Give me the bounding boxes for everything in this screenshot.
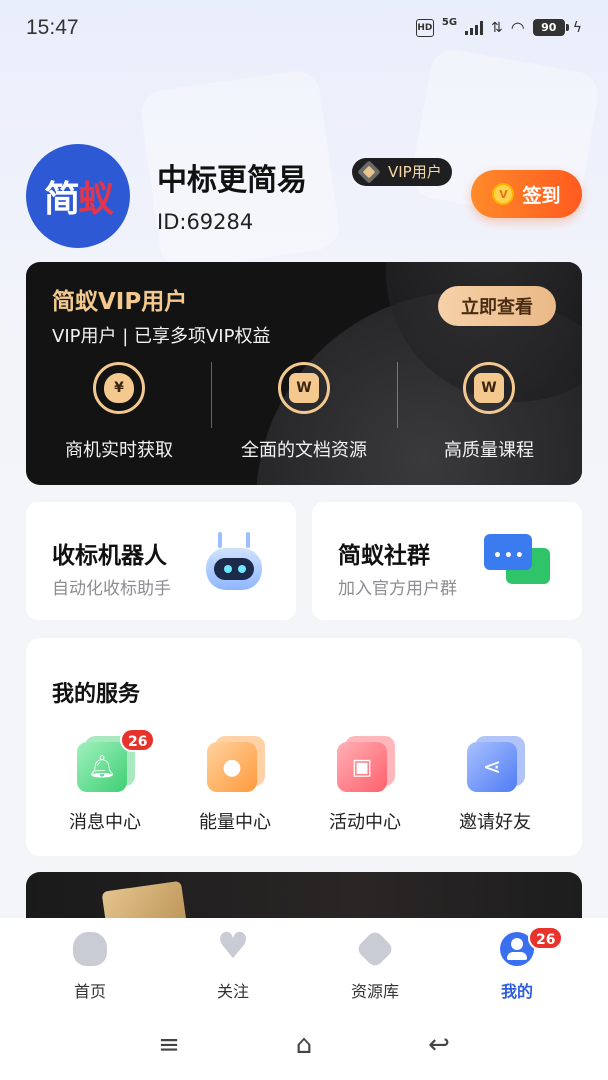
status-time: 15:47 xyxy=(26,16,79,39)
back-icon[interactable]: ↩ xyxy=(419,1030,459,1060)
vip-badge-label: VIP用户 xyxy=(388,163,442,181)
service-invite-friends[interactable]: ⋖ 邀请好友 xyxy=(430,736,560,834)
nav-label: 资源库 xyxy=(350,982,399,1001)
document-icon: W xyxy=(278,362,330,414)
service-label: 邀请好友 xyxy=(459,812,531,833)
vip-card-title: 简蚁VIP用户 xyxy=(52,289,188,315)
vip-card[interactable]: 简蚁VIP用户 VIP用户 | 已享多项VIP权益 立即查看 ¥ 商机实时获取 … xyxy=(26,262,582,485)
nav-label: 我的 xyxy=(500,982,533,1001)
status-bar: 15:47 HD 5G ⇅ ◠ 90 ϟ xyxy=(0,0,608,58)
share-icon: ⋖ xyxy=(467,736,525,792)
community-card-title: 简蚁社群 xyxy=(338,543,430,569)
service-activity-center[interactable]: ▣ 活动中心 xyxy=(300,736,430,834)
robot-card[interactable]: 收标机器人 自动化收标助手 xyxy=(26,502,296,620)
nav-label: 关注 xyxy=(216,982,249,1001)
gem-icon xyxy=(357,160,381,184)
divider xyxy=(397,362,398,428)
robot-card-subtitle: 自动化收标助手 xyxy=(52,579,171,599)
vip-feature-documents[interactable]: W 全面的文档资源 xyxy=(219,362,389,462)
vip-feature-label: 商机实时获取 xyxy=(65,440,173,461)
battery-icon: 90 xyxy=(532,19,569,36)
home-icon xyxy=(73,932,107,966)
heart-icon xyxy=(216,926,250,967)
service-label: 消息中心 xyxy=(69,812,141,833)
signin-label: 签到 xyxy=(522,184,561,207)
wifi-icon: ◠ xyxy=(510,18,525,37)
system-nav-bar: ≡ ⌂ ↩ xyxy=(0,1014,608,1080)
service-label: 活动中心 xyxy=(329,812,401,833)
divider xyxy=(211,362,212,428)
username: 中标更简易 xyxy=(157,163,307,198)
service-energy-center[interactable]: ● 能量中心 xyxy=(170,736,300,834)
service-label: 能量中心 xyxy=(199,812,271,833)
community-card-subtitle: 加入官方用户群 xyxy=(338,579,457,599)
services-title: 我的服务 xyxy=(52,682,141,707)
vip-feature-opportunities[interactable]: ¥ 商机实时获取 xyxy=(34,362,204,462)
vip-feature-label: 高质量课程 xyxy=(444,440,534,461)
nav-label: 首页 xyxy=(73,982,106,1001)
robot-card-title: 收标机器人 xyxy=(52,543,167,569)
menu-icon[interactable]: ≡ xyxy=(149,1030,189,1060)
energy-drop-icon: ● xyxy=(207,736,265,792)
money-bag-icon: ¥ xyxy=(93,362,145,414)
bottom-nav: 首页 关注 资源库 26 我的 xyxy=(0,918,608,1014)
network-type-label: 5G xyxy=(441,17,458,28)
gift-icon: ▣ xyxy=(337,736,395,792)
view-now-button[interactable]: 立即查看 xyxy=(438,286,556,326)
home-button-icon[interactable]: ⌂ xyxy=(284,1030,324,1060)
service-message-center[interactable]: 🔔︎ 26 消息中心 xyxy=(40,728,170,834)
resource-icon xyxy=(355,929,395,969)
vip-badge[interactable]: VIP用户 xyxy=(352,158,452,186)
vip-feature-label: 全面的文档资源 xyxy=(241,440,367,461)
hd-icon: HD xyxy=(415,18,434,37)
avatar-logo: 简蚁 xyxy=(43,179,114,220)
cell-signal-icon xyxy=(465,20,484,35)
services-panel: 我的服务 🔔︎ 26 消息中心 ● 能量中心 ▣ 活动中心 ⋖ 邀请好友 xyxy=(26,638,582,856)
charging-icon: ϟ xyxy=(572,19,582,36)
status-icons: HD 5G ⇅ ◠ 90 ϟ xyxy=(415,17,582,37)
nav-home[interactable]: 首页 xyxy=(35,932,145,1002)
notification-badge: 26 xyxy=(528,926,564,950)
chat-bubbles-icon: ••• xyxy=(484,534,550,592)
user-id: ID:69284 xyxy=(157,210,254,234)
course-icon: W xyxy=(463,362,515,414)
robot-icon xyxy=(202,530,266,594)
community-card[interactable]: 简蚁社群 加入官方用户群 ••• xyxy=(312,502,582,620)
coin-icon: V xyxy=(492,183,515,205)
vip-feature-courses[interactable]: W 高质量课程 xyxy=(404,362,574,462)
signin-button[interactable]: V 签到 xyxy=(471,170,582,218)
nav-follow[interactable]: 关注 xyxy=(178,926,288,1002)
notification-badge: 26 xyxy=(120,728,156,752)
nav-mine[interactable]: 26 我的 xyxy=(462,926,572,1002)
nav-resources[interactable]: 资源库 xyxy=(320,929,430,1002)
wifi-hotspot-icon: ⇅ xyxy=(491,19,503,36)
avatar[interactable]: 简蚁 xyxy=(26,144,130,248)
vip-card-subtitle: VIP用户 | 已享多项VIP权益 xyxy=(52,326,271,347)
